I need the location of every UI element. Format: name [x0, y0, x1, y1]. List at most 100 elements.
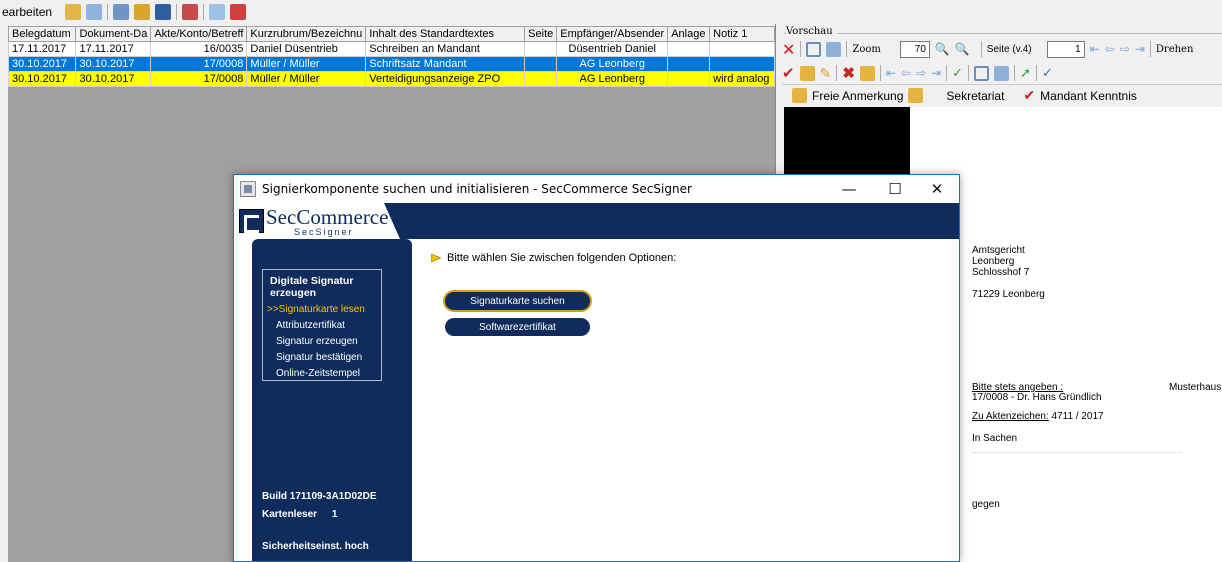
toolbar-separator: [1035, 65, 1037, 81]
delete-icon[interactable]: [230, 4, 247, 20]
table-row-highlighted[interactable]: 30.10.2017 30.10.2017 17/0008 Müller / M…: [8, 71, 775, 87]
page-label: Seite (v.4): [986, 43, 1032, 55]
first-icon[interactable]: ⇤: [886, 66, 896, 80]
search-card-button[interactable]: Signaturkarte suchen: [445, 292, 590, 310]
toolbar-separator: [968, 65, 970, 81]
free-note-button[interactable]: Freie Anmerkung: [812, 89, 903, 103]
cell-akte: 17/0008: [150, 56, 248, 72]
checkbox-icon[interactable]: [974, 65, 990, 81]
zoom-out-icon[interactable]: 🔍: [955, 42, 970, 56]
menu-bearbeiten[interactable]: earbeiten: [2, 5, 52, 19]
check-icon[interactable]: [209, 4, 226, 20]
document-icon[interactable]: [155, 4, 172, 20]
close-button[interactable]: ✕: [914, 175, 959, 203]
pencil-icon[interactable]: ✎: [820, 65, 832, 82]
first-page-icon[interactable]: ⇤: [1090, 42, 1100, 56]
last-icon[interactable]: ⇥: [931, 66, 941, 80]
dialog-title-bar[interactable]: Signierkomponente suchen und initialisie…: [234, 175, 959, 203]
cell-belegdatum: 30.10.2017: [8, 56, 77, 72]
preview-toolbar-row-1: ✕ Zoom 70 🔍 🔍 Seite (v.4) 1 ⇤ ⇦ ⇨ ⇥ Dreh…: [782, 38, 1222, 60]
column-header-belegdatum[interactable]: Belegdatum: [8, 26, 77, 42]
in-matters-label: In Sachen: [972, 433, 1018, 444]
search-docs-icon[interactable]: [113, 4, 130, 20]
next-page-icon[interactable]: ⇨: [1120, 42, 1130, 56]
print-icon[interactable]: [806, 41, 822, 57]
cell-belegdatum: 17.11.2017: [8, 41, 77, 57]
column-header-anlage[interactable]: Anlage: [667, 26, 711, 42]
cell-kurzrubrum: Müller / Müller: [246, 56, 367, 72]
cell-dokumentdatum: 30.10.2017: [75, 56, 152, 72]
add-note-icon[interactable]: [799, 65, 815, 81]
zoom-in-icon[interactable]: 🔍: [935, 42, 950, 56]
column-header-seite[interactable]: Seite: [524, 26, 558, 42]
step-timestamp: Online-Zeitstempel: [276, 368, 360, 379]
column-header-dokumentdatum[interactable]: Dokument-Da: [75, 26, 152, 42]
cell-kurzrubrum: Daniel Düsentrieb: [246, 41, 367, 57]
cell-seite: [524, 56, 558, 72]
signature-check-icon[interactable]: ✔: [782, 64, 795, 82]
table-row[interactable]: 17.11.2017 17.11.2017 16/0035 Daniel Düs…: [8, 41, 775, 57]
column-header-inhalt[interactable]: Inhalt des Standardtextes: [365, 26, 526, 42]
secsigner-dialog: Signierkomponente suchen und initialisie…: [233, 174, 960, 562]
approve-icon[interactable]: ✓: [952, 65, 963, 81]
remove-mark-icon[interactable]: ✖: [842, 64, 855, 82]
cell-seite: [524, 71, 558, 87]
last-page-icon[interactable]: ⇥: [1135, 42, 1145, 56]
toolbar-separator: [836, 65, 838, 81]
dialog-sidebar: Digitale Signatur erzeugen >>Signaturkar…: [252, 239, 412, 561]
main-toolbar: earbeiten: [0, 0, 775, 24]
minimize-button[interactable]: —: [826, 175, 872, 203]
page-field[interactable]: 1: [1046, 40, 1085, 58]
stamp-icon[interactable]: [134, 4, 151, 20]
close-icon[interactable]: ✕: [782, 40, 795, 59]
redacted-line: [972, 452, 1182, 454]
cell-belegdatum: 30.10.2017: [8, 71, 77, 87]
sign-icon[interactable]: [182, 4, 199, 20]
table-row-selected[interactable]: 30.10.2017 30.10.2017 17/0008 Müller / M…: [8, 56, 775, 72]
free-note-icon: [792, 88, 807, 103]
card-reader-label: Kartenleser: [262, 509, 318, 520]
preview-image-block: [784, 107, 910, 183]
preview-toolbar-row-2: ✔ ✎ ✖ ⇤ ⇦ ⇨ ⇥ ✓ ➚ ✓: [782, 62, 1222, 84]
delete-note-icon[interactable]: [859, 65, 875, 81]
preview-divider: [784, 33, 1222, 34]
forward-icon[interactable]: ➚: [1020, 65, 1031, 81]
toolbar-separator: [107, 4, 109, 20]
recipient-address: Amtsgericht Leonberg Schlosshof 7: [972, 245, 1029, 278]
address-line-street: Schlosshof 7: [972, 267, 1030, 278]
grid-header-row: Belegdatum Dokument-Da Akte/Konto/Betref…: [8, 26, 775, 42]
app-icon: [240, 181, 256, 197]
preview-header: Vorschau: [786, 26, 837, 37]
logo-subtitle: SecSigner: [294, 227, 354, 237]
maximize-button[interactable]: ☐: [872, 175, 918, 203]
note-add-icon[interactable]: [908, 88, 924, 103]
next-icon[interactable]: ⇨: [916, 66, 926, 80]
rotate-label[interactable]: Drehen: [1156, 44, 1194, 55]
zoom-field[interactable]: 70: [899, 40, 930, 58]
column-header-notiz[interactable]: Notiz 1: [709, 26, 775, 42]
secretariat-button[interactable]: Sekretariat: [946, 89, 1004, 103]
save-icon[interactable]: [826, 41, 842, 57]
prev-page-icon[interactable]: ⇦: [1105, 42, 1115, 56]
prev-icon[interactable]: ⇦: [901, 66, 911, 80]
list-icon[interactable]: [86, 4, 103, 20]
edit-icon[interactable]: [65, 4, 82, 20]
toolbar-separator: [176, 4, 178, 20]
column-header-akte[interactable]: Akte/Konto/Betreff: [150, 26, 248, 42]
column-header-kurzrubrum[interactable]: Kurzrubrum/Bezeichnu: [246, 26, 367, 42]
toolbar-separator: [879, 65, 881, 81]
arrow-right-icon: [431, 254, 441, 262]
confirm-icon[interactable]: ✓: [1042, 65, 1053, 81]
client-notice-button[interactable]: Mandant Kenntnis: [1040, 89, 1137, 103]
cell-notiz: [709, 56, 775, 72]
cell-akte: 17/0008: [150, 71, 248, 87]
zoom-label: Zoom: [852, 43, 881, 55]
address-line-city: Leonberg: [972, 256, 1015, 267]
step-attribute-cert: Attributzertifikat: [276, 320, 345, 331]
case-number-line: Zu Aktenzeichen: 4711 / 2017: [972, 411, 1104, 422]
cell-empfaenger: AG Leonberg: [556, 71, 669, 87]
column-header-empfaenger[interactable]: Empfänger/Absender: [556, 26, 669, 42]
case-number-label: Zu Aktenzeichen:: [972, 411, 1049, 422]
save-note-icon[interactable]: [994, 65, 1010, 81]
software-certificate-button[interactable]: Softwarezertifikat: [445, 318, 590, 336]
